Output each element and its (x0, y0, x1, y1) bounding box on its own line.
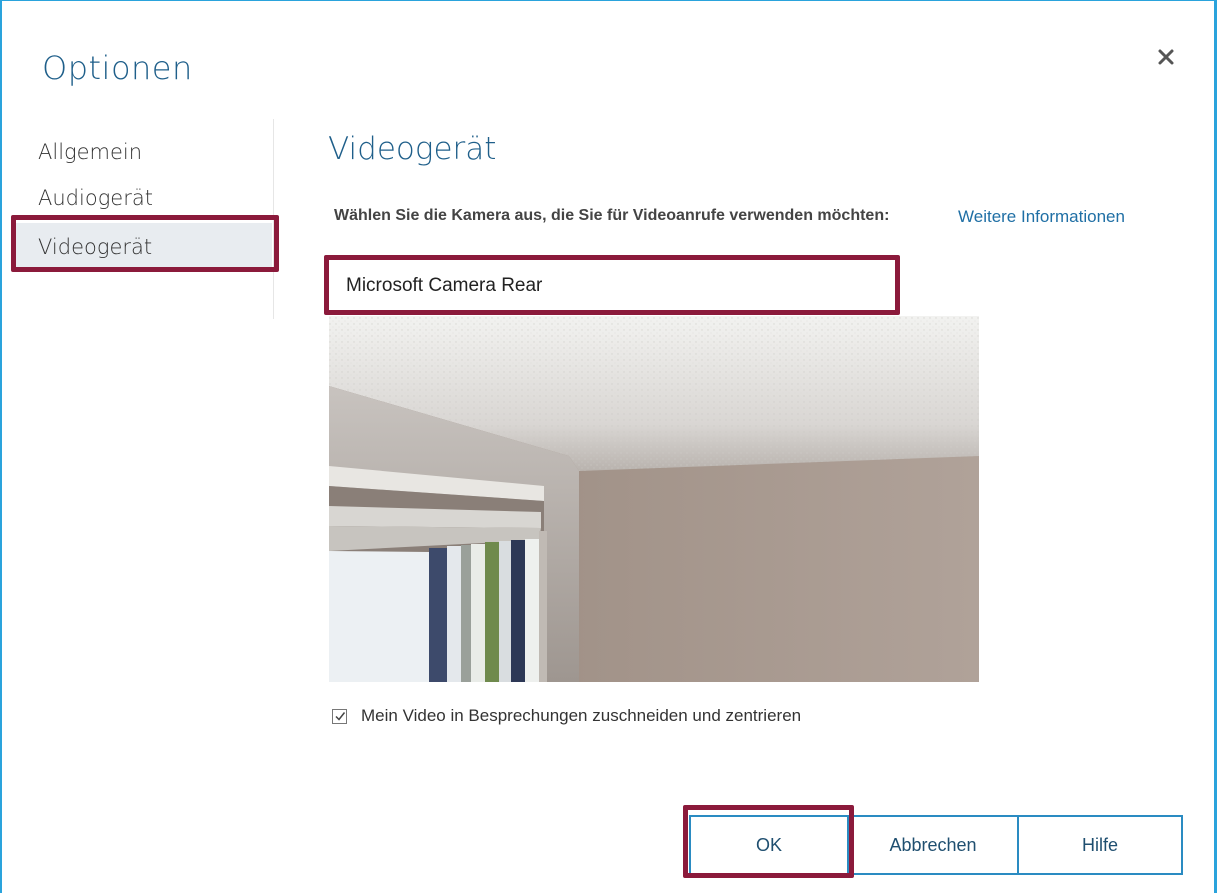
more-info-link[interactable]: Weitere Informationen (958, 207, 1125, 227)
crop-center-label: Mein Video in Besprechungen zuschneiden … (361, 706, 802, 725)
sidebar-item-label: Audiogerät (38, 186, 153, 210)
sidebar-divider (273, 119, 274, 319)
options-dialog: Optionen Allgemein Audiogerät Videogerät… (0, 0, 1217, 893)
checkmark-icon (334, 712, 345, 721)
crop-center-checkbox[interactable] (332, 708, 347, 724)
camera-preview (329, 316, 979, 682)
crop-center-checkbox-row[interactable]: Mein Video in Besprechungen zuschneiden … (332, 704, 801, 728)
help-button[interactable]: Hilfe (1017, 815, 1183, 875)
cancel-button-label: Abbrechen (889, 834, 977, 855)
sidebar-item-label: Videogerät (38, 235, 153, 259)
camera-select-value: Microsoft Camera Rear (346, 275, 543, 296)
ok-button-label: OK (755, 834, 782, 855)
help-button-label: Hilfe (1081, 834, 1118, 855)
sidebar-item-videogeraet[interactable]: Videogerät (16, 223, 272, 271)
close-icon[interactable] (1152, 43, 1180, 71)
sidebar-item-audiogeraet[interactable]: Audiogerät (16, 174, 272, 222)
section-title: Videogerät (328, 131, 497, 167)
cancel-button[interactable]: Abbrechen (847, 815, 1019, 875)
dialog-title: Optionen (42, 49, 193, 87)
sidebar-item-label: Allgemein (38, 140, 143, 164)
ok-button[interactable]: OK (689, 815, 849, 875)
camera-select[interactable]: Microsoft Camera Rear (332, 261, 894, 311)
camera-prompt: Wählen Sie die Kamera aus, die Sie für V… (334, 207, 890, 224)
sidebar-item-allgemein[interactable]: Allgemein (16, 128, 272, 176)
